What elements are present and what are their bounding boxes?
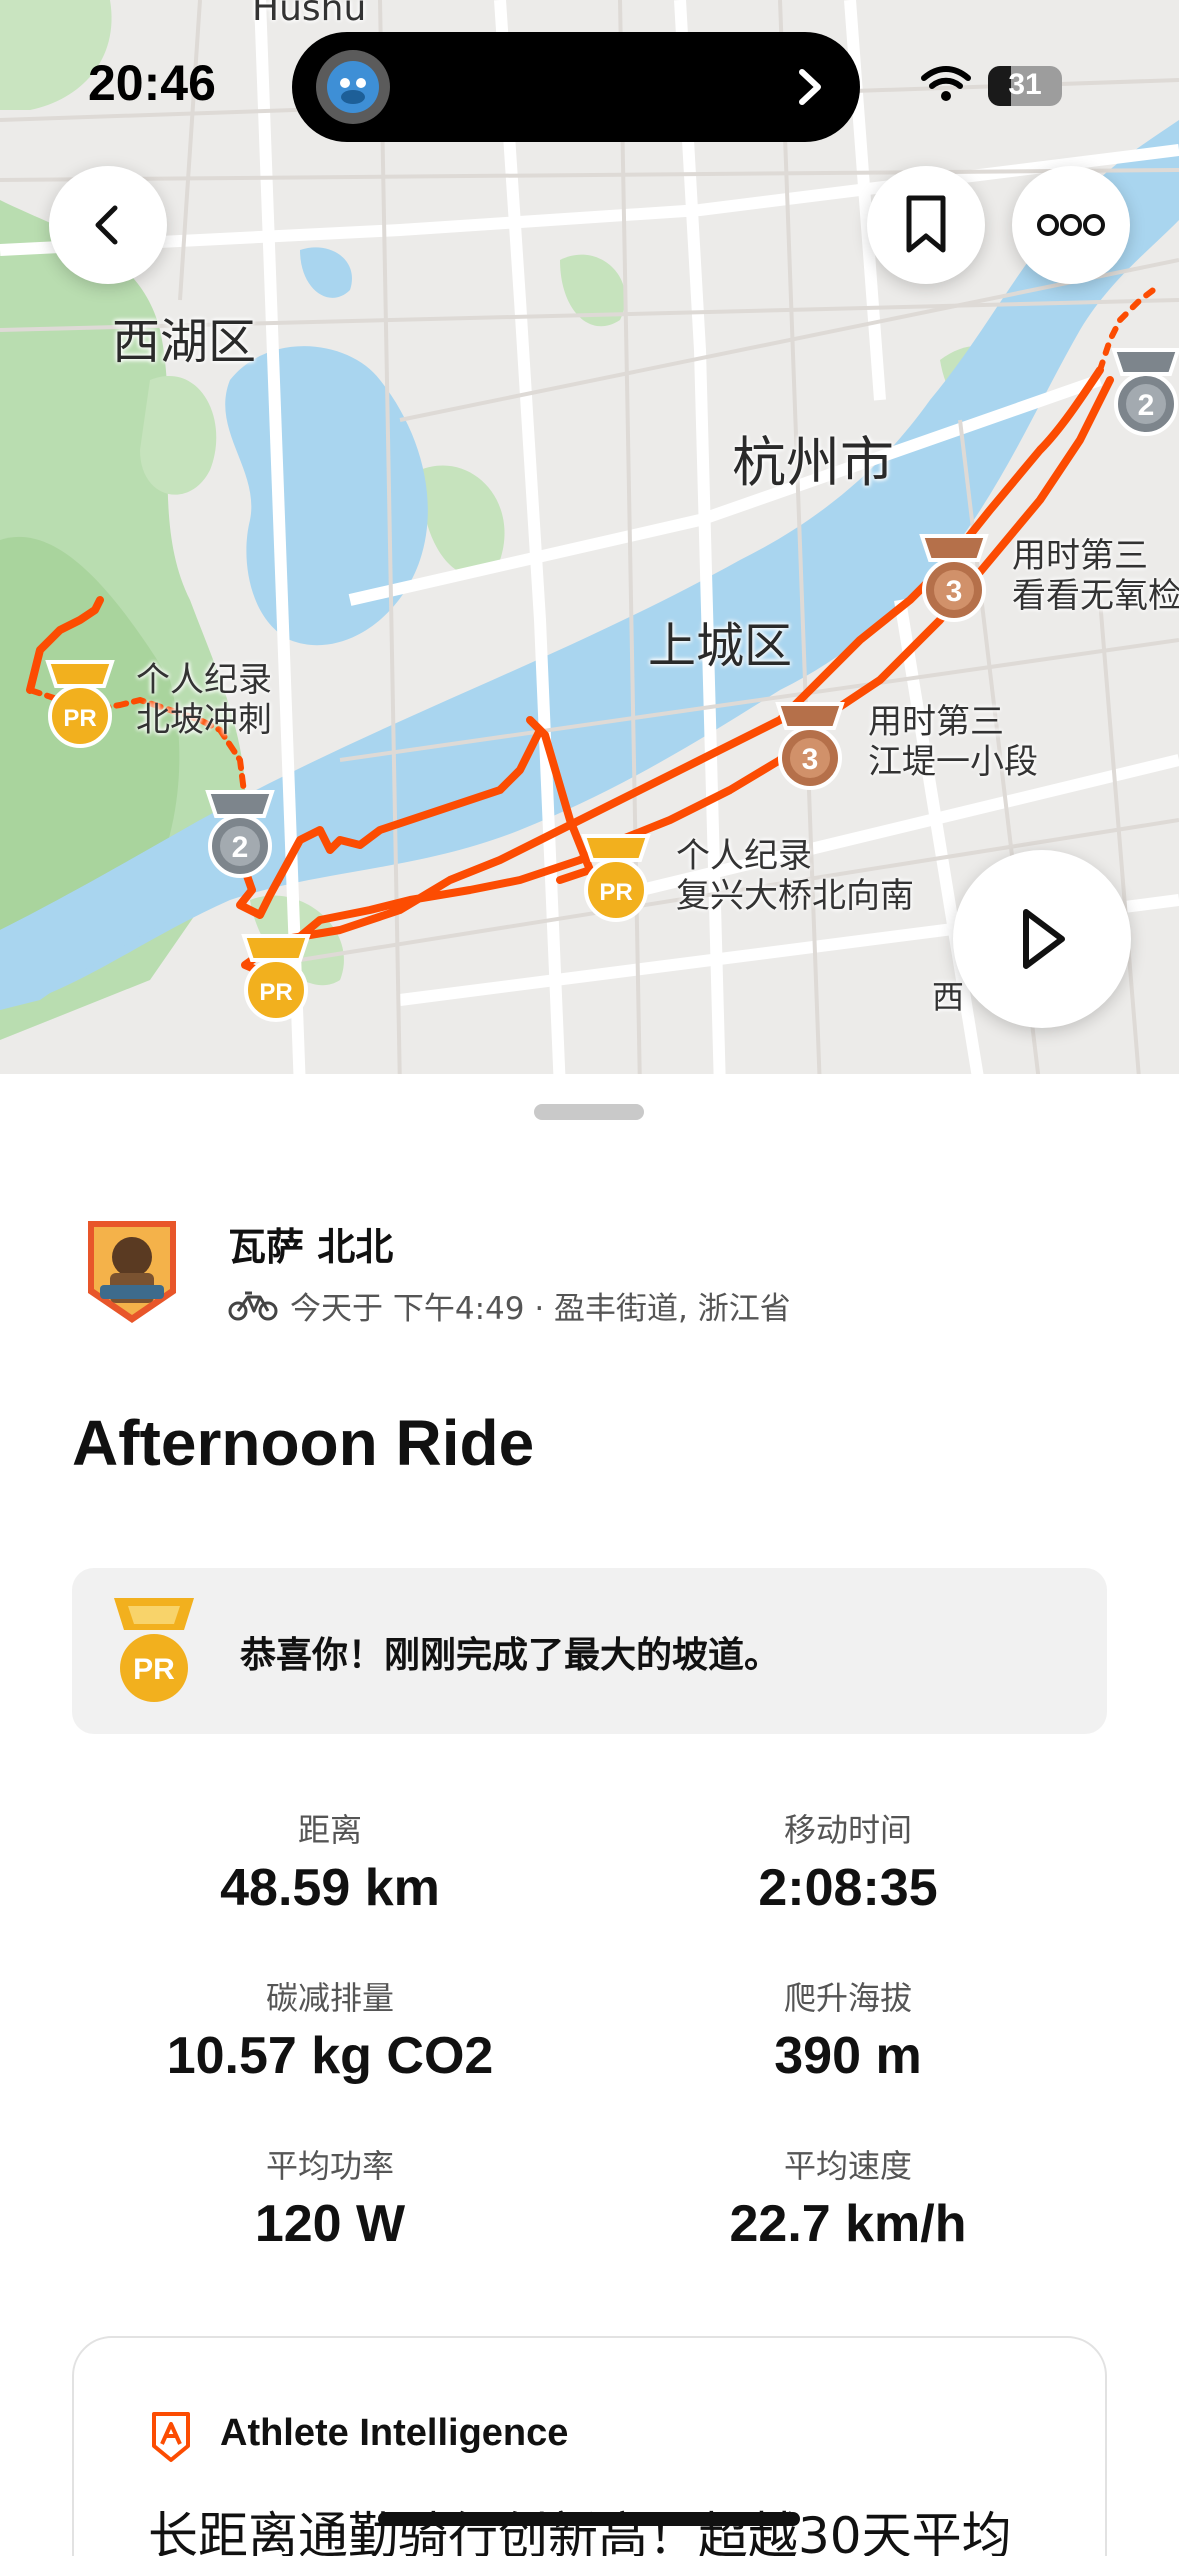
segment-rank: 用时第三 <box>1012 536 1148 576</box>
athlete-intelligence-title: Athlete Intelligence <box>220 2412 569 2454</box>
segment-rank: 个人纪录 <box>136 660 272 700</box>
stat-value: 48.59 km <box>220 1859 440 1917</box>
segment-label[interactable]: 个人纪录 复兴大桥北向南 <box>676 836 914 916</box>
medal-silver-2-icon[interactable]: 2 <box>1108 344 1179 440</box>
activity-title: Afternoon Ride <box>72 1407 535 1479</box>
stat-avg-speed: 平均速度 22.7 km/h <box>588 2146 1108 2254</box>
map-label-shangcheng-district: 上城区 <box>648 618 793 674</box>
stat-value: 390 m <box>774 2027 922 2085</box>
stat-moving-time: 移动时间 2:08:35 <box>588 1810 1108 1918</box>
battery-percent: 31 <box>1008 68 1042 101</box>
segment-label[interactable]: 个人纪录 北坡冲刺 <box>136 660 272 740</box>
pr-banner[interactable]: PR 恭喜你！刚刚完成了最大的坡道。 <box>72 1568 1107 1734</box>
segment-label[interactable]: 用时第三 江堤一小段 <box>868 702 1038 782</box>
medal-silver-2-icon[interactable]: 2 <box>202 786 278 882</box>
home-indicator[interactable] <box>378 2512 800 2526</box>
segment-name: 复兴大桥北向南 <box>676 876 914 916</box>
segment-rank: 个人纪录 <box>676 836 812 876</box>
bike-icon <box>228 1291 278 1321</box>
dynamic-island[interactable] <box>292 32 860 142</box>
map-label-hushu: Hushu <box>252 0 367 29</box>
athlete-name[interactable]: 瓦萨 北北 <box>228 1216 393 1271</box>
medal-pr-icon[interactable]: PR <box>238 930 314 1026</box>
live-activity-icon <box>316 50 390 124</box>
play-flyover-button[interactable] <box>953 850 1131 1028</box>
segment-name: 看看无氧检 <box>1012 576 1179 616</box>
medal-pr-icon[interactable]: PR <box>578 830 654 926</box>
map-label-hangzhou-city: 杭州市 <box>732 431 894 494</box>
battery-icon: 31 <box>988 66 1062 106</box>
activity-sheet: 瓦萨 北北 今天于 下午4:49 · 盈丰街道, 浙江省 Afternoon R… <box>0 1076 1179 2556</box>
svg-text:2: 2 <box>1138 389 1155 422</box>
svg-text:3: 3 <box>946 575 963 608</box>
athlete-intelligence-icon <box>152 2412 190 2462</box>
map-label-partial: 西 <box>932 978 965 1016</box>
stat-distance: 距离 48.59 km <box>70 1810 590 1918</box>
medal-bronze-3-icon[interactable]: 3 <box>916 530 992 626</box>
athlete-avatar[interactable] <box>80 1215 184 1327</box>
segment-rank: 用时第三 <box>868 702 1004 742</box>
stat-value: 10.57 kg CO2 <box>166 2027 494 2085</box>
svg-text:2: 2 <box>232 831 249 864</box>
bookmark-button[interactable] <box>867 166 985 284</box>
chevron-right-icon <box>799 69 821 105</box>
wifi-icon <box>921 66 971 101</box>
chevron-left-icon <box>95 205 118 245</box>
athlete-intelligence-summary: 长距离通勤骑行创新高！超越30天平均 <box>148 2507 1012 2556</box>
route-map[interactable]: Hushu 西湖区 杭州市 上城区 西 用时第三 看看无氧检 用时第三 江堤一小… <box>0 0 1179 1090</box>
pr-medal-icon: PR <box>114 1598 194 1702</box>
stat-value: 120 W <box>254 2195 406 2253</box>
segment-name: 江堤一小段 <box>868 742 1038 782</box>
medal-pr-icon[interactable]: PR <box>42 656 118 752</box>
play-icon <box>1023 909 1065 969</box>
medal-bronze-3-icon[interactable]: 3 <box>772 698 848 794</box>
svg-text:PR: PR <box>259 979 292 1006</box>
svg-text:3: 3 <box>802 743 819 776</box>
stat-label: 爬升海拔 <box>783 1979 912 2017</box>
stat-elevation-gain: 爬升海拔 390 m <box>588 1978 1108 2086</box>
activity-meta: 今天于 下午4:49 · 盈丰街道, 浙江省 <box>228 1283 791 1327</box>
back-button[interactable] <box>49 166 167 284</box>
svg-text:PR: PR <box>133 1653 175 1686</box>
status-time: 20:46 <box>88 55 216 111</box>
segment-name: 北坡冲刺 <box>136 700 272 740</box>
activity-date-location: 今天于 下午4:49 · 盈丰街道, 浙江省 <box>290 1290 791 1327</box>
stat-value: 2:08:35 <box>758 1859 938 1917</box>
segment-label[interactable]: 用时第三 看看无氧检 <box>1012 536 1179 616</box>
stat-label: 碳减排量 <box>265 1979 394 2017</box>
map-label-xihu-district: 西湖区 <box>112 314 257 370</box>
svg-text:PR: PR <box>599 879 632 906</box>
pr-banner-text: 恭喜你！刚刚完成了最大的坡道。 <box>240 1635 781 1676</box>
sheet-grabber[interactable] <box>534 1104 644 1120</box>
stat-label: 移动时间 <box>783 1811 912 1849</box>
stat-value: 22.7 km/h <box>729 2195 967 2253</box>
stat-carbon-saved: 碳减排量 10.57 kg CO2 <box>70 1978 590 2086</box>
stat-label: 平均速度 <box>783 2147 912 2185</box>
more-options-icon <box>1037 214 1105 236</box>
stat-label: 距离 <box>297 1811 362 1849</box>
stat-label: 平均功率 <box>265 2147 394 2185</box>
more-options-button[interactable] <box>1012 166 1130 284</box>
svg-text:PR: PR <box>63 705 96 732</box>
stat-avg-power: 平均功率 120 W <box>70 2146 590 2254</box>
bookmark-icon <box>906 195 946 253</box>
